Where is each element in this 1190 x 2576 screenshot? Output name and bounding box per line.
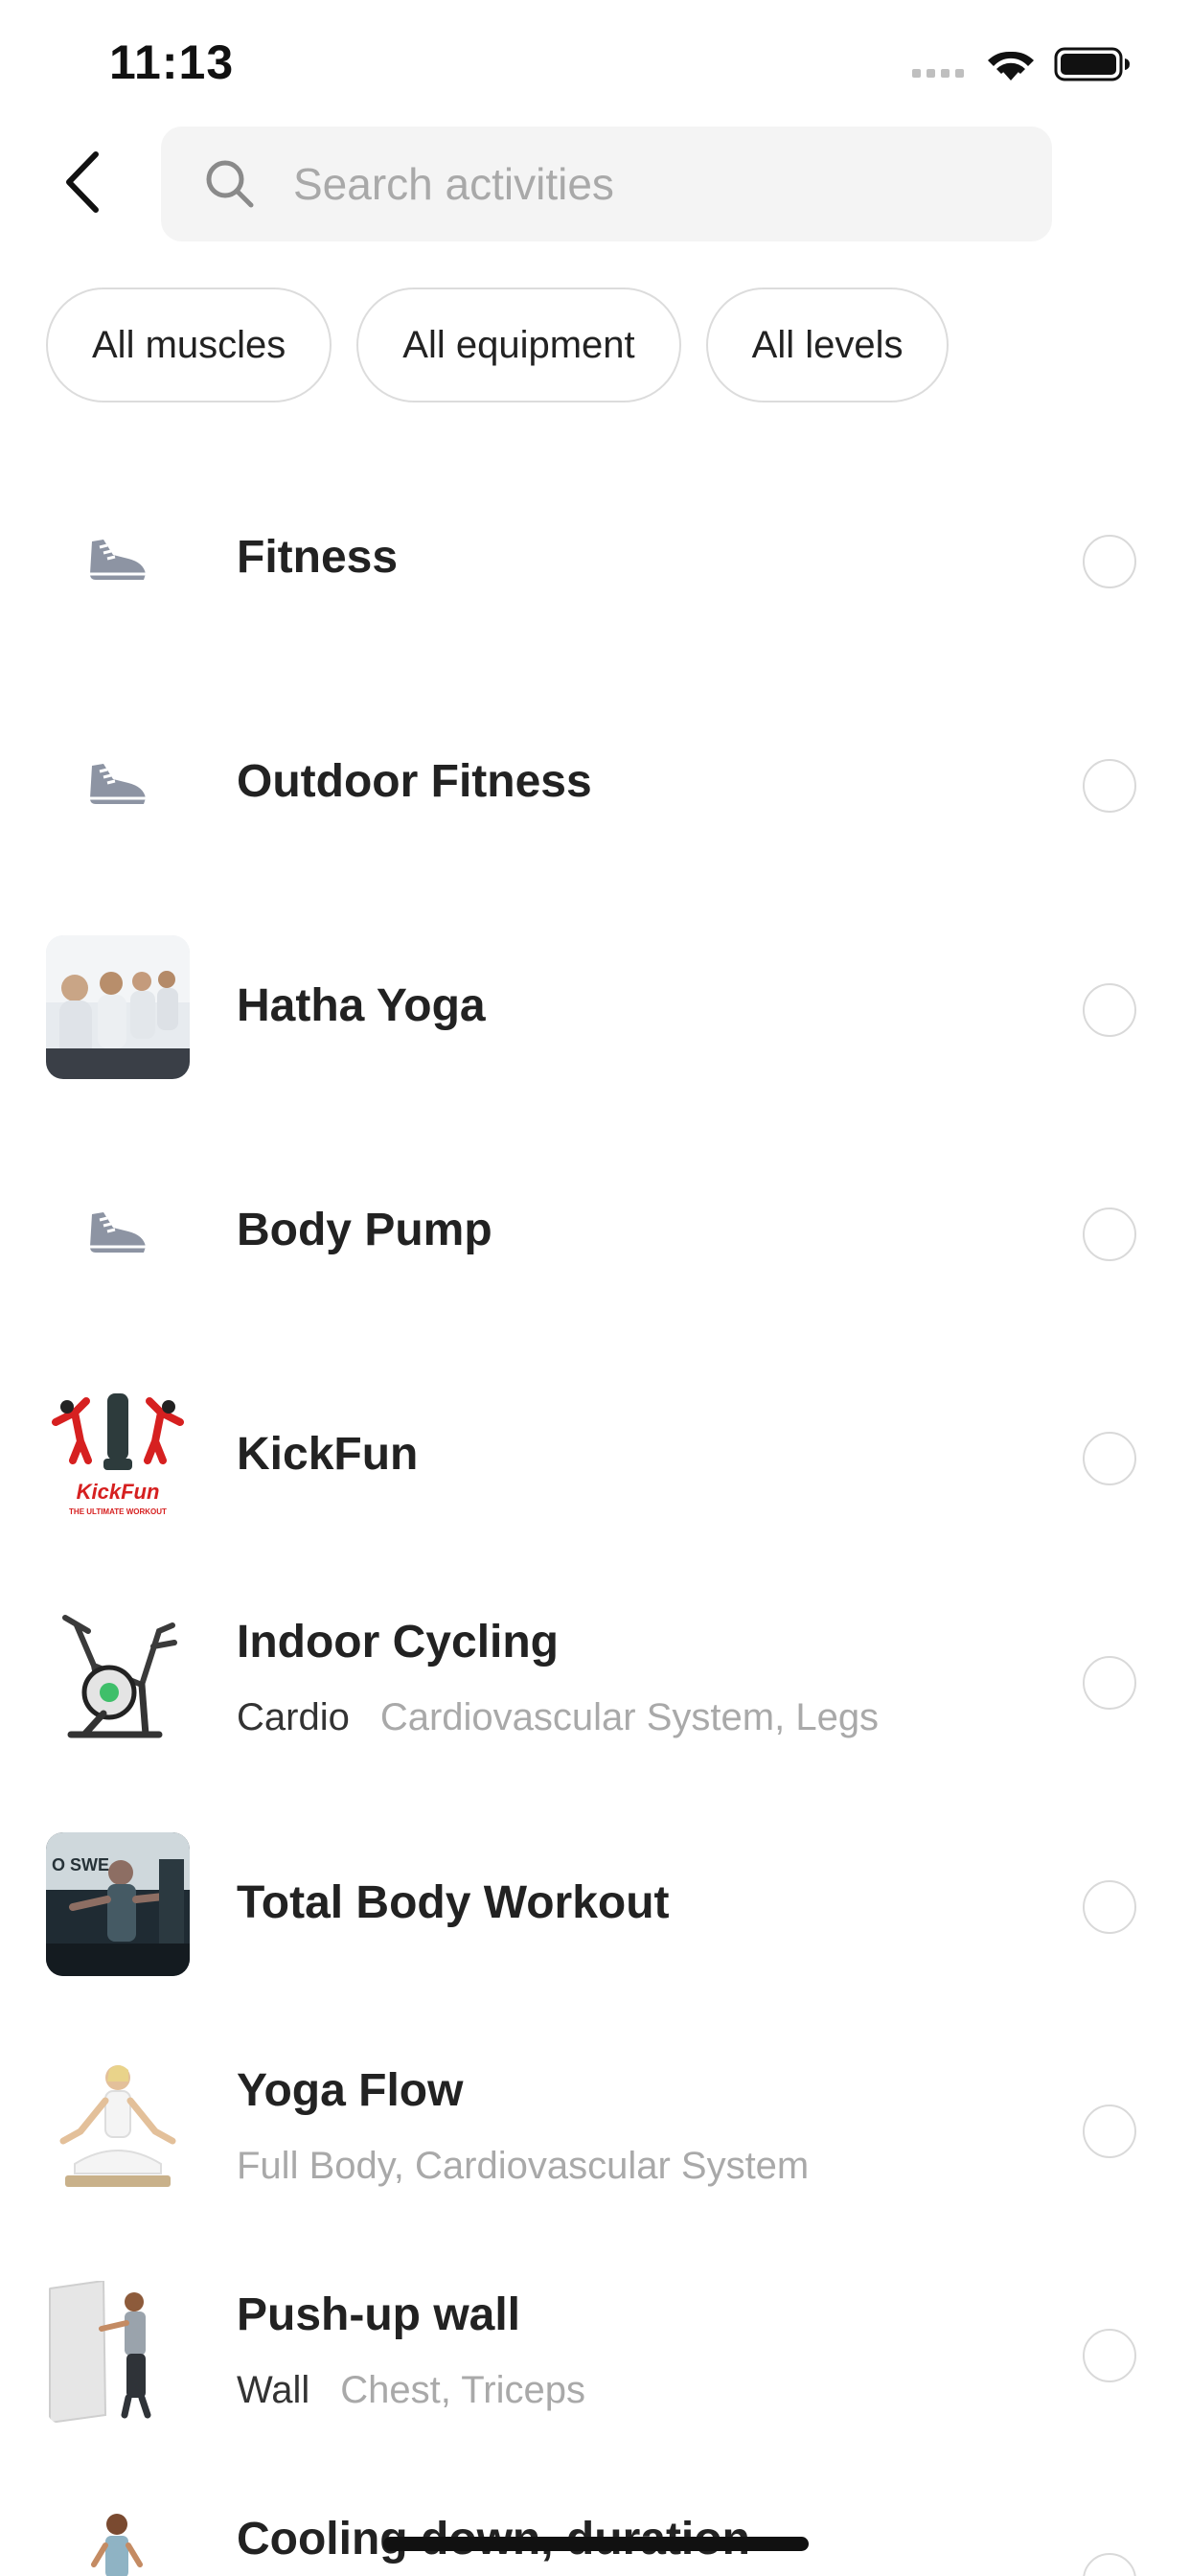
activity-title: Push-up wall bbox=[237, 2289, 521, 2340]
activity-title: Hatha Yoga bbox=[237, 980, 486, 1031]
activity-muscles: Chest, Triceps bbox=[340, 2369, 585, 2411]
activity-muscles: Cardiovascular System, Legs bbox=[379, 1696, 880, 1738]
kickfun-logo: KickFun THE ULTIMATE WORKOUT bbox=[46, 1384, 190, 1528]
select-radio[interactable] bbox=[1083, 2553, 1136, 2576]
activity-title: Outdoor Fitness bbox=[237, 756, 592, 807]
activity-title: Indoor Cycling bbox=[237, 1617, 559, 1668]
activity-row[interactable]: Push-up wall Wall Chest, Triceps bbox=[0, 2241, 1190, 2465]
select-radio[interactable] bbox=[1083, 759, 1136, 813]
status-bar: 11:13 bbox=[0, 0, 1190, 134]
activity-row[interactable]: Fitness bbox=[0, 447, 1190, 671]
activity-thumbnail bbox=[46, 2281, 190, 2425]
select-radio[interactable] bbox=[1083, 2104, 1136, 2158]
select-radio[interactable] bbox=[1083, 2329, 1136, 2382]
exercise-bike-image bbox=[46, 1608, 190, 1752]
activity-row[interactable]: Hatha Yoga bbox=[0, 895, 1190, 1119]
cellular-signal-icon bbox=[912, 69, 964, 78]
shoe-icon bbox=[46, 487, 190, 631]
activity-thumbnail bbox=[46, 2057, 190, 2200]
activity-subtitle: Cardio Cardiovascular System, Legs bbox=[237, 1696, 879, 1739]
select-radio[interactable] bbox=[1083, 1432, 1136, 1485]
select-radio[interactable] bbox=[1083, 1656, 1136, 1710]
search-icon bbox=[206, 160, 254, 208]
activity-subtitle: Full Body, Cardiovascular System bbox=[237, 2145, 809, 2188]
search-input[interactable] bbox=[293, 126, 1021, 242]
search-bar[interactable] bbox=[161, 126, 1052, 242]
activity-thumbnail: O SWE bbox=[46, 1832, 190, 1976]
activity-thumbnail bbox=[46, 935, 190, 1079]
activity-thumbnail bbox=[46, 2505, 190, 2576]
activity-subtitle: Wall Chest, Triceps bbox=[237, 2369, 585, 2412]
svg-text:KickFun: KickFun bbox=[77, 1480, 160, 1504]
battery-icon bbox=[1054, 47, 1130, 81]
shoe-icon bbox=[46, 711, 190, 855]
filter-chip-muscles[interactable]: All muscles bbox=[46, 288, 332, 402]
select-radio[interactable] bbox=[1083, 1208, 1136, 1261]
activity-equipment: Wall bbox=[237, 2369, 310, 2411]
activity-row[interactable]: O SWE Total Body Workout bbox=[0, 1792, 1190, 2016]
activity-title: Total Body Workout bbox=[237, 1877, 670, 1928]
status-time: 11:13 bbox=[109, 35, 235, 89]
activity-row[interactable]: Yoga Flow Full Body, Cardiovascular Syst… bbox=[0, 2016, 1190, 2241]
shoe-icon bbox=[46, 1160, 190, 1303]
activity-title: Yoga Flow bbox=[237, 2065, 464, 2116]
activity-title: Fitness bbox=[237, 532, 399, 583]
select-radio[interactable] bbox=[1083, 1880, 1136, 1934]
select-radio[interactable] bbox=[1083, 535, 1136, 588]
filter-chip-levels[interactable]: All levels bbox=[705, 288, 950, 402]
activity-row[interactable]: Cooling down, duration bbox=[0, 2465, 1190, 2576]
select-radio[interactable] bbox=[1083, 983, 1136, 1037]
filter-bar: All muscles All equipment All levels bbox=[46, 288, 950, 402]
activity-row[interactable]: Body Pump bbox=[0, 1119, 1190, 1344]
activity-title: Body Pump bbox=[237, 1205, 492, 1255]
activity-equipment: Cardio bbox=[237, 1696, 350, 1738]
home-indicator[interactable] bbox=[383, 2537, 809, 2551]
filter-chip-equipment[interactable]: All equipment bbox=[356, 288, 681, 402]
activity-row[interactable]: Outdoor Fitness bbox=[0, 671, 1190, 895]
svg-text:O SWE: O SWE bbox=[52, 1855, 109, 1874]
activity-row[interactable]: KickFun THE ULTIMATE WORKOUT KickFun bbox=[0, 1344, 1190, 1568]
activity-title: KickFun bbox=[237, 1429, 419, 1480]
activity-muscles: Full Body, Cardiovascular System bbox=[237, 2145, 810, 2187]
chevron-left-icon bbox=[66, 151, 99, 213]
activity-row[interactable]: Indoor Cycling Cardio Cardiovascular Syst… bbox=[0, 1568, 1190, 1792]
wifi-icon bbox=[988, 51, 1034, 80]
svg-text:THE ULTIMATE WORKOUT: THE ULTIMATE WORKOUT bbox=[69, 1507, 167, 1516]
back-button[interactable] bbox=[54, 144, 111, 220]
